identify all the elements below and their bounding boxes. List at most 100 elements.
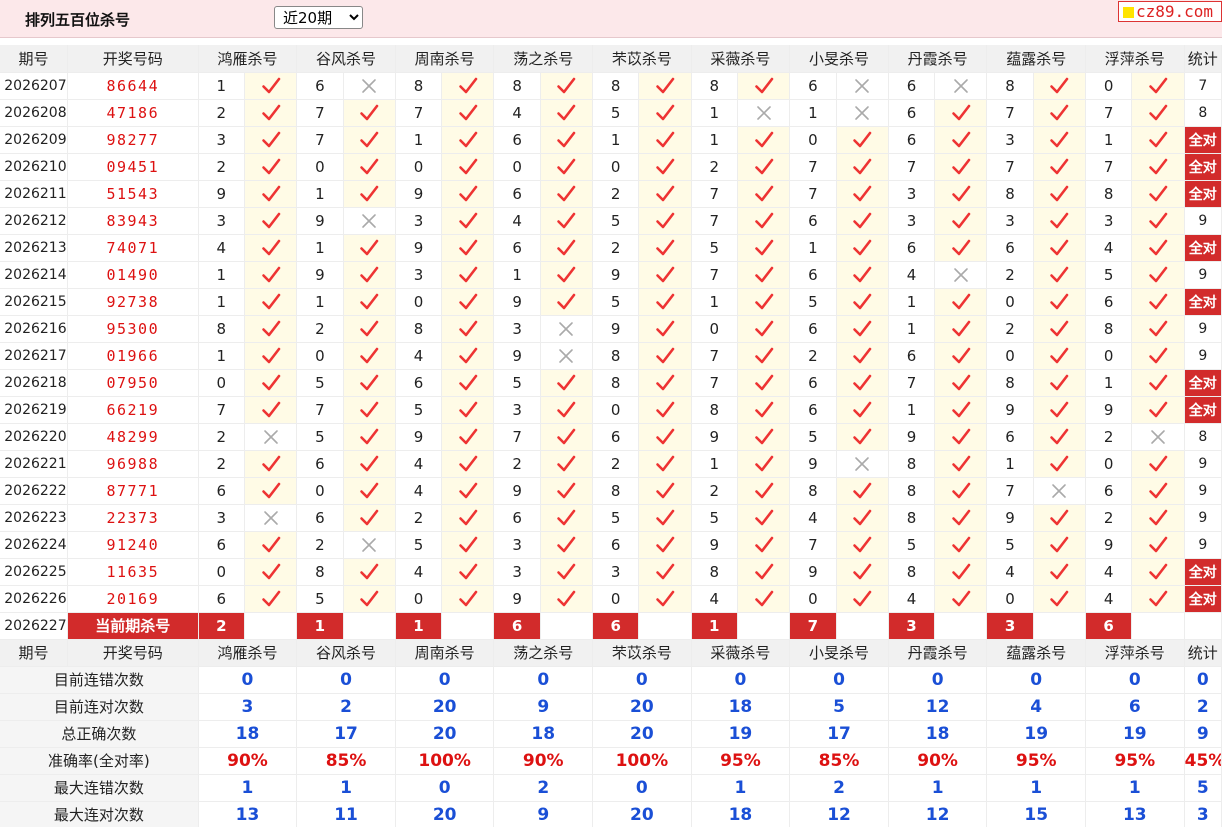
kill-number-cell: 4 bbox=[395, 342, 443, 370]
stats-value: 12 bbox=[888, 693, 988, 721]
stats-value: 85% bbox=[296, 747, 396, 775]
kill-number-cell: 2 bbox=[592, 234, 640, 262]
col-header-draw: 开奖号码 bbox=[67, 639, 199, 667]
check-icon bbox=[244, 558, 298, 586]
kill-number-cell: 3 bbox=[395, 261, 443, 289]
draw-number-cell: 96988 bbox=[67, 450, 199, 478]
check-icon bbox=[1131, 126, 1185, 154]
cross-icon bbox=[934, 261, 988, 289]
check-icon bbox=[1033, 369, 1087, 397]
check-icon bbox=[737, 450, 791, 478]
check-icon bbox=[343, 450, 396, 478]
stats-value: 20 bbox=[592, 693, 692, 721]
kill-number-cell: 2 bbox=[691, 477, 738, 505]
kill-number-cell: 7 bbox=[789, 180, 837, 208]
kill-number-cell: 5 bbox=[592, 504, 640, 532]
check-icon bbox=[737, 315, 791, 343]
check-icon bbox=[540, 126, 594, 154]
kill-number-cell: 3 bbox=[493, 315, 541, 343]
table-row: 2026215 92738 1 1 0 9 5 1 5 1 0 6 全对 bbox=[0, 288, 1222, 316]
check-icon bbox=[934, 450, 988, 478]
check-icon bbox=[540, 234, 594, 262]
check-icon bbox=[934, 504, 988, 532]
kill-number-cell: 0 bbox=[1085, 342, 1133, 370]
current-kill-label: 当前期杀号 bbox=[67, 612, 199, 640]
check-icon bbox=[836, 288, 889, 316]
kill-number-cell: 6 bbox=[888, 126, 936, 154]
kill-number-cell: 7 bbox=[296, 99, 344, 127]
kill-number-cell: 5 bbox=[296, 369, 344, 397]
check-icon bbox=[737, 261, 791, 289]
kill-number-cell: 7 bbox=[1085, 99, 1133, 127]
stats-label: 最大连错次数 bbox=[0, 774, 199, 802]
kill-number-cell: 5 bbox=[296, 423, 344, 451]
kill-number-cell: 1 bbox=[1085, 126, 1133, 154]
period-cell: 2026224 bbox=[0, 531, 68, 559]
check-icon bbox=[244, 531, 298, 559]
check-icon bbox=[737, 126, 791, 154]
period-cell: 2026223 bbox=[0, 504, 68, 532]
col-header-expert: 芣苡杀号 bbox=[592, 639, 692, 667]
kill-number-cell: 2 bbox=[198, 153, 245, 181]
kill-number-cell: 2 bbox=[986, 315, 1034, 343]
current-period-row: 2026227 当前期杀号 2 1 1 6 6 1 7 3 3 6 bbox=[0, 612, 1222, 640]
stats-row: 目前连错次数 0 0 0 0 0 0 0 0 0 0 0 bbox=[0, 666, 1222, 694]
check-icon bbox=[1033, 315, 1087, 343]
kill-number-cell: 5 bbox=[296, 585, 344, 613]
draw-number-cell: 98277 bbox=[67, 126, 199, 154]
kill-number-cell: 6 bbox=[296, 72, 344, 100]
kill-number-cell: 5 bbox=[789, 288, 837, 316]
kill-number-cell: 9 bbox=[592, 261, 640, 289]
kill-number-cell: 4 bbox=[395, 477, 443, 505]
col-header-expert: 浮萍杀号 bbox=[1085, 639, 1185, 667]
kill-number-cell: 7 bbox=[986, 99, 1034, 127]
count-cell: 9 bbox=[1184, 531, 1222, 559]
stats-row: 总正确次数 18 17 20 18 20 19 17 18 19 19 9 bbox=[0, 720, 1222, 748]
check-icon bbox=[1131, 288, 1185, 316]
kill-number-cell: 1 bbox=[198, 72, 245, 100]
kill-number-cell: 2 bbox=[691, 153, 738, 181]
check-icon bbox=[836, 369, 889, 397]
empty-cell bbox=[1131, 612, 1185, 640]
period-range-select[interactable]: 近20期 bbox=[274, 6, 363, 29]
table-row: 2026216 95300 8 2 8 3 9 0 6 1 2 8 9 bbox=[0, 315, 1222, 343]
kill-number-cell: 5 bbox=[395, 396, 443, 424]
table-row: 2026213 74071 4 1 9 6 2 5 1 6 6 4 全对 bbox=[0, 234, 1222, 262]
table-row: 2026214 01490 1 9 3 1 9 7 6 4 2 5 9 bbox=[0, 261, 1222, 289]
check-icon bbox=[1131, 477, 1185, 505]
kill-number-cell: 3 bbox=[493, 558, 541, 586]
period-cell: 2026218 bbox=[0, 369, 68, 397]
stats-value: 3 bbox=[198, 693, 298, 721]
kill-number-cell: 4 bbox=[1085, 234, 1133, 262]
stats-value: 1 bbox=[1085, 774, 1185, 802]
stats-value: 1 bbox=[296, 774, 396, 802]
check-icon bbox=[244, 396, 298, 424]
check-icon bbox=[540, 531, 594, 559]
empty-cell bbox=[737, 612, 791, 640]
kill-number-cell: 7 bbox=[888, 153, 936, 181]
col-header-expert: 蕴露杀号 bbox=[986, 639, 1087, 667]
check-icon bbox=[1033, 396, 1087, 424]
kill-number-cell: 2 bbox=[198, 99, 245, 127]
stats-value: 90% bbox=[493, 747, 594, 775]
kill-number-cell: 0 bbox=[789, 126, 837, 154]
check-icon bbox=[441, 504, 495, 532]
check-icon bbox=[441, 369, 495, 397]
current-kill-number: 6 bbox=[1085, 612, 1133, 640]
kill-number-cell: 4 bbox=[986, 558, 1034, 586]
kill-number-cell: 2 bbox=[592, 180, 640, 208]
kill-number-cell: 4 bbox=[789, 504, 837, 532]
kill-number-cell: 8 bbox=[888, 558, 936, 586]
kill-number-cell: 9 bbox=[1085, 531, 1133, 559]
check-icon bbox=[934, 342, 988, 370]
page-title: 排列五百位杀号 bbox=[25, 11, 131, 29]
site-logo[interactable]: cz89.com bbox=[1118, 1, 1222, 22]
kill-number-cell: 5 bbox=[493, 369, 541, 397]
col-header-expert: 鸿雁杀号 bbox=[198, 639, 298, 667]
col-header-expert: 荡之杀号 bbox=[493, 45, 594, 73]
table-row: 2026210 09451 2 0 0 0 0 2 7 7 7 7 全对 bbox=[0, 153, 1222, 181]
check-icon bbox=[737, 423, 791, 451]
check-icon bbox=[343, 585, 396, 613]
stats-label: 目前连错次数 bbox=[0, 666, 199, 694]
check-icon bbox=[638, 342, 692, 370]
